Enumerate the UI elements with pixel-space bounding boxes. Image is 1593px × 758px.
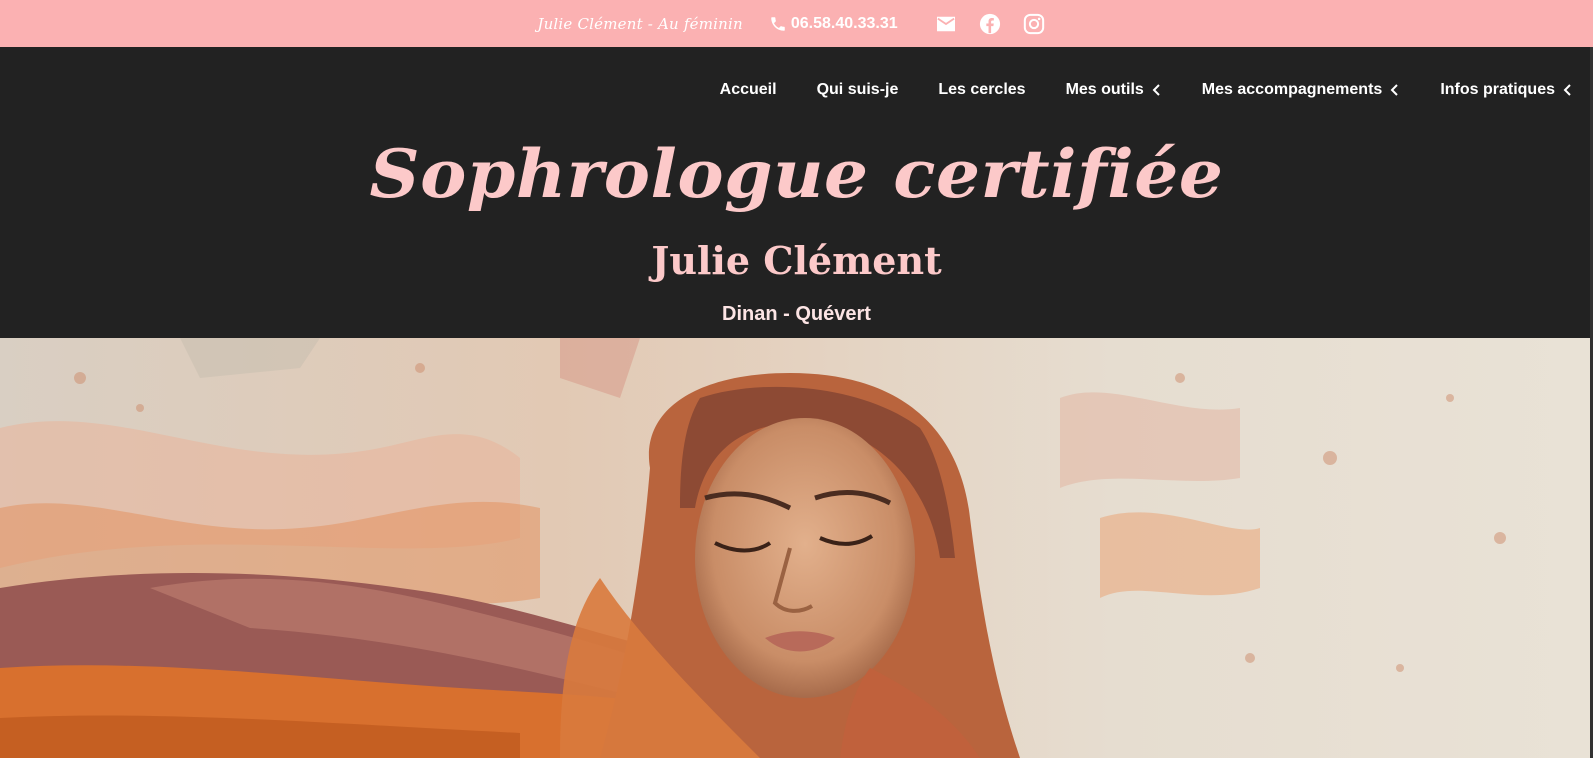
- hero-name: Julie Clément: [651, 238, 942, 283]
- phone-icon: [769, 15, 787, 33]
- nav-item-infos-pratiques[interactable]: Infos pratiques: [1440, 81, 1573, 99]
- nav-item-label: Qui suis-je: [816, 81, 899, 98]
- nav-item-label: Mes accompagnements: [1201, 81, 1383, 98]
- chevron-left-icon: [1390, 84, 1400, 96]
- mail-icon[interactable]: [935, 15, 957, 33]
- chevron-left-icon: [1152, 84, 1162, 96]
- nav-item-mes-accompagnements[interactable]: Mes accompagnements: [1202, 81, 1401, 99]
- brand-tagline: Julie Clément - Au féminin: [537, 14, 743, 33]
- phone-link[interactable]: 06.58.40.33.31: [769, 15, 898, 33]
- nav-item-label: Accueil: [719, 81, 777, 98]
- nav-item-label: Infos pratiques: [1440, 81, 1555, 98]
- nav-item-label: Mes outils: [1065, 81, 1144, 98]
- instagram-icon[interactable]: [1023, 13, 1045, 35]
- facebook-icon[interactable]: [979, 13, 1001, 35]
- nav-item-label: Les cercles: [938, 81, 1026, 98]
- chevron-left-icon: [1563, 84, 1573, 96]
- nav-item-qui-suis-je[interactable]: Qui suis-je: [817, 81, 899, 99]
- phone-number[interactable]: 06.58.40.33.31: [791, 15, 898, 33]
- nav-item-accueil[interactable]: Accueil: [720, 81, 777, 99]
- nav-item-les-cercles[interactable]: Les cercles: [938, 81, 1025, 99]
- top-contact-bar: Julie Clément - Au féminin 06.58.40.33.3…: [0, 0, 1593, 47]
- hero-location: Dinan - Quévert: [722, 303, 871, 325]
- main-navigation: Accueil Qui suis-je Les cercles Mes outi…: [0, 47, 1593, 133]
- hero-painting-image: [0, 338, 1593, 758]
- hero-title: Sophrologue certifiée: [369, 135, 1224, 213]
- nav-item-mes-outils[interactable]: Mes outils: [1066, 81, 1162, 99]
